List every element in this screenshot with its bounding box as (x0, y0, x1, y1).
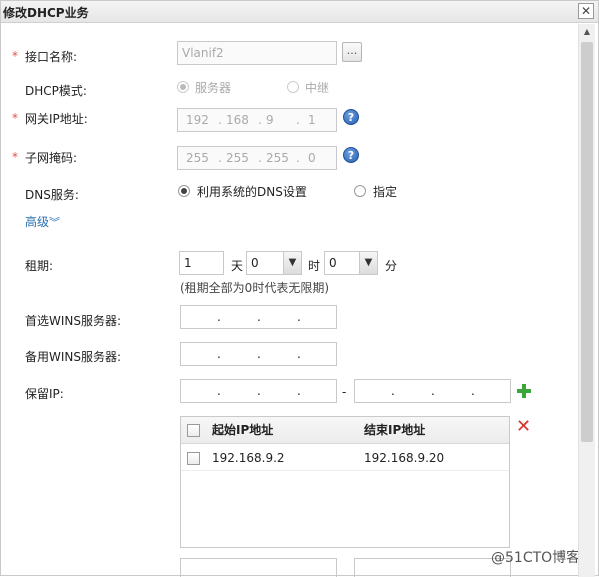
gateway-ip-label: 网关IP地址: (25, 112, 88, 126)
lease-label: 租期: (25, 259, 54, 273)
interface-name-label: 接口名称: (25, 50, 78, 64)
required-marker: * (12, 150, 18, 164)
lease-hours-unit: 时 (308, 259, 321, 273)
select-all-checkbox[interactable] (187, 424, 200, 437)
required-marker: * (12, 111, 18, 125)
dhcp-mode-relay-radio[interactable] (287, 81, 299, 93)
dns-system-label: 利用系统的DNS设置 (197, 185, 307, 199)
ip-octet: 9 (266, 113, 274, 127)
delete-icon[interactable]: ✕ (516, 418, 531, 436)
required-marker: * (12, 49, 18, 63)
advanced-label: 高级 (25, 215, 50, 229)
reserved-ip-label: 保留IP: (25, 387, 64, 401)
add-icon[interactable] (516, 383, 532, 399)
ip-octet: 192 (186, 113, 209, 127)
reserved-ip-end-field[interactable]: . . . (354, 379, 511, 403)
partial-field[interactable] (354, 558, 511, 577)
interface-name-field[interactable]: Vlanif2 (177, 41, 337, 65)
scrollbar-thumb[interactable] (581, 42, 593, 442)
dialog-title: 修改DHCP业务 (3, 6, 89, 20)
chevron-down-icon: ▼ (359, 252, 377, 274)
ip-octet: 0 (308, 151, 316, 165)
dns-system-radio[interactable] (178, 185, 190, 197)
vertical-scrollbar[interactable]: ▲ (578, 24, 595, 577)
advanced-toggle[interactable]: 高级︾ (25, 213, 60, 230)
lease-days-input[interactable]: 1 (179, 251, 224, 275)
lease-minutes-select[interactable]: 0 ▼ (324, 251, 378, 275)
lease-days-unit: 天 (231, 259, 244, 273)
dhcp-mode-label: DHCP模式: (25, 84, 87, 98)
ip-octet: 168 (226, 113, 249, 127)
ip-octet: 255 (186, 151, 209, 165)
partial-field[interactable] (180, 558, 337, 577)
ip-octet: 255 (226, 151, 249, 165)
lease-hint: (租期全部为0时代表无限期) (180, 281, 329, 295)
dhcp-edit-dialog: 修改DHCP业务 ✕ * 接口名称: Vlanif2 ... DHCP模式: 服… (0, 0, 599, 577)
subnet-mask-field[interactable]: 255 . 255 . 255 . 0 (177, 146, 337, 170)
table-header: 起始IP地址 结束IP地址 (181, 417, 509, 444)
interface-browse-button[interactable]: ... (342, 42, 362, 62)
chevron-down-icon: ▼ (283, 252, 301, 274)
dhcp-mode-server-radio[interactable] (177, 81, 189, 93)
dhcp-mode-server-label: 服务器 (195, 81, 232, 95)
primary-wins-field[interactable]: . . . (180, 305, 337, 329)
chevron-down-icon: ︾ (49, 216, 61, 229)
table-row[interactable]: 192.168.9.2 192.168.9.20 (181, 445, 509, 471)
lease-minutes-unit: 分 (385, 259, 398, 273)
lease-minutes-value: 0 (329, 256, 337, 270)
gateway-ip-field[interactable]: 192 . 168 . 9 . 1 (177, 108, 337, 132)
dns-label: DNS服务: (25, 188, 79, 202)
lease-hours-select[interactable]: 0 ▼ (246, 251, 302, 275)
dns-custom-label: 指定 (373, 185, 398, 199)
lease-hours-value: 0 (251, 256, 259, 270)
dialog-titlebar: 修改DHCP业务 ✕ (1, 1, 598, 23)
backup-wins-field[interactable]: . . . (180, 342, 337, 366)
cell-start-ip: 192.168.9.2 (212, 451, 285, 465)
reserved-ip-table: 起始IP地址 结束IP地址 192.168.9.2 192.168.9.20 (180, 416, 510, 548)
primary-wins-label: 首选WINS服务器: (25, 314, 122, 328)
subnet-mask-label: 子网掩码: (25, 151, 78, 165)
ip-octet: 1 (308, 113, 316, 127)
reserved-ip-start-field[interactable]: . . . (180, 379, 337, 403)
ip-octet: 255 (266, 151, 289, 165)
backup-wins-label: 备用WINS服务器: (25, 350, 122, 364)
column-header-end-ip: 结束IP地址 (364, 423, 426, 437)
watermark: @51CTO博客 (491, 550, 581, 566)
row-checkbox[interactable] (187, 452, 200, 465)
close-icon[interactable]: ✕ (578, 3, 594, 19)
help-icon[interactable]: ? (343, 109, 359, 125)
help-icon[interactable]: ? (343, 147, 359, 163)
range-separator: - (342, 385, 347, 399)
column-header-start-ip: 起始IP地址 (212, 423, 274, 437)
cell-end-ip: 192.168.9.20 (364, 451, 445, 465)
scroll-up-icon[interactable]: ▲ (579, 24, 595, 40)
dns-custom-radio[interactable] (354, 185, 366, 197)
dhcp-mode-relay-label: 中继 (305, 81, 330, 95)
